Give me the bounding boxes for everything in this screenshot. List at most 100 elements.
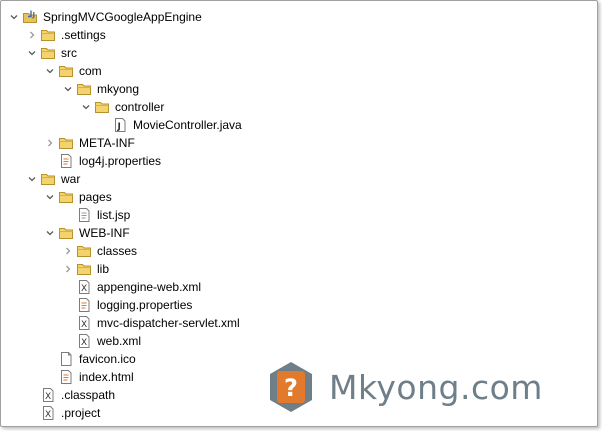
xml-file-icon: X <box>75 314 93 332</box>
toggle-spacer <box>45 152 55 170</box>
collapse-toggle-icon[interactable] <box>27 44 37 62</box>
tree-item-label: src <box>61 46 77 60</box>
tree-item[interactable]: favicon.ico <box>45 350 136 368</box>
toggle-spacer <box>45 350 55 368</box>
tree-item[interactable]: X .classpath <box>27 386 115 404</box>
svg-text:X: X <box>81 338 87 348</box>
xml-file-icon: X <box>39 404 57 422</box>
toggle-spacer <box>63 296 73 314</box>
xml-file-icon: X <box>75 332 93 350</box>
tree-item[interactable]: Xappengine-web.xml <box>63 278 201 296</box>
tree-item[interactable]: index.html <box>45 368 134 386</box>
toggle-spacer <box>27 404 37 422</box>
tree-item[interactable]: J MovieController.java <box>99 116 242 134</box>
tree-item[interactable]: com <box>45 62 102 80</box>
tree-item-label: classes <box>97 244 138 258</box>
tree-item-label: appengine-web.xml <box>97 280 202 294</box>
folder-icon <box>57 224 75 242</box>
tree-item[interactable]: logging.properties <box>63 296 192 314</box>
expand-toggle-icon[interactable] <box>45 134 55 152</box>
tree-item[interactable]: .settings <box>27 26 106 44</box>
folder-icon <box>57 62 75 80</box>
collapse-toggle-icon[interactable] <box>27 170 37 188</box>
tree-item[interactable]: Xweb.xml <box>63 332 141 350</box>
tree-item[interactable]: Xmvc-dispatcher-servlet.xml <box>63 314 240 332</box>
tree-item[interactable]: classes <box>63 242 137 260</box>
tree-item-label: com <box>79 64 102 78</box>
toggle-spacer <box>45 368 55 386</box>
tree-item[interactable]: pages <box>45 188 112 206</box>
svg-text:X: X <box>45 410 51 420</box>
collapse-toggle-icon[interactable] <box>45 62 55 80</box>
tree-item-label: MovieController.java <box>133 118 242 132</box>
project-icon: J <box>21 8 39 26</box>
expand-toggle-icon[interactable] <box>27 26 37 44</box>
collapse-toggle-icon[interactable] <box>63 80 73 98</box>
svg-text:J: J <box>117 122 121 132</box>
properties-file-icon <box>57 152 75 170</box>
collapse-toggle-icon[interactable] <box>81 98 91 116</box>
tree-item-label: favicon.ico <box>79 352 136 366</box>
tree-item-label: list.jsp <box>97 208 131 222</box>
tree-item[interactable]: controller <box>81 98 164 116</box>
tree-item-label: logging.properties <box>97 298 193 312</box>
svg-text:X: X <box>45 392 51 402</box>
tree-item-label: SpringMVCGoogleAppEngine <box>43 10 202 24</box>
tree-item-label: mkyong <box>97 82 140 96</box>
tree-item[interactable]: J SpringMVCGoogleAppEngine <box>9 8 202 26</box>
html-file-icon <box>57 368 75 386</box>
folder-icon <box>75 260 93 278</box>
properties-file-icon <box>75 296 93 314</box>
tree-item[interactable]: WEB-INF <box>45 224 130 242</box>
collapse-toggle-icon[interactable] <box>45 224 55 242</box>
tree-item-label: .classpath <box>61 388 116 402</box>
folder-icon <box>75 80 93 98</box>
tree-item[interactable]: log4j.properties <box>45 152 161 170</box>
folder-icon <box>39 170 57 188</box>
tree-item-label: controller <box>115 100 165 114</box>
folder-icon <box>57 188 75 206</box>
tree-item-label: log4j.properties <box>79 154 162 168</box>
tree-item-label: pages <box>79 190 112 204</box>
xml-file-icon: X <box>39 386 57 404</box>
tree-item-label: META-INF <box>79 136 135 150</box>
tree-item[interactable]: war <box>27 170 80 188</box>
mkyong-logo-icon: ? <box>270 362 312 412</box>
toggle-spacer <box>99 116 109 134</box>
file-icon <box>57 350 75 368</box>
tree-item[interactable]: META-INF <box>45 134 135 152</box>
jsp-file-icon <box>75 206 93 224</box>
watermark-logo: ? Mkyong.com <box>267 356 587 418</box>
expand-toggle-icon[interactable] <box>63 260 73 278</box>
tree-item-label: .project <box>61 406 101 420</box>
tree-item-label: war <box>61 172 81 186</box>
tree-item[interactable]: mkyong <box>63 80 139 98</box>
tree-item-label: index.html <box>79 370 134 384</box>
brand-name: Mkyong.com <box>329 367 543 407</box>
tree-item-label: web.xml <box>97 334 142 348</box>
expand-toggle-icon[interactable] <box>63 242 73 260</box>
toggle-spacer <box>27 386 37 404</box>
tree-item[interactable]: lib <box>63 260 109 278</box>
toggle-spacer <box>63 278 73 296</box>
svg-text:X: X <box>81 284 87 294</box>
svg-text:J: J <box>32 11 36 19</box>
folder-icon <box>39 44 57 62</box>
tree-item-label: lib <box>97 262 110 276</box>
xml-file-icon: X <box>75 278 93 296</box>
tree-item[interactable]: list.jsp <box>63 206 130 224</box>
project-explorer-panel: J SpringMVCGoogleAppEngine .settings src com… <box>0 0 598 427</box>
toggle-spacer <box>63 206 73 224</box>
badge-glyph: ? <box>284 374 298 402</box>
collapse-toggle-icon[interactable] <box>9 8 19 26</box>
folder-icon <box>57 134 75 152</box>
folder-icon <box>93 98 111 116</box>
tree-item[interactable]: src <box>27 44 77 62</box>
tree-item-label: WEB-INF <box>79 226 130 240</box>
tree-item[interactable]: X .project <box>27 404 100 422</box>
folder-icon <box>75 242 93 260</box>
java-file-icon: J <box>111 116 129 134</box>
collapse-toggle-icon[interactable] <box>45 188 55 206</box>
tree-item-label: mvc-dispatcher-servlet.xml <box>97 316 240 330</box>
folder-icon <box>39 26 57 44</box>
